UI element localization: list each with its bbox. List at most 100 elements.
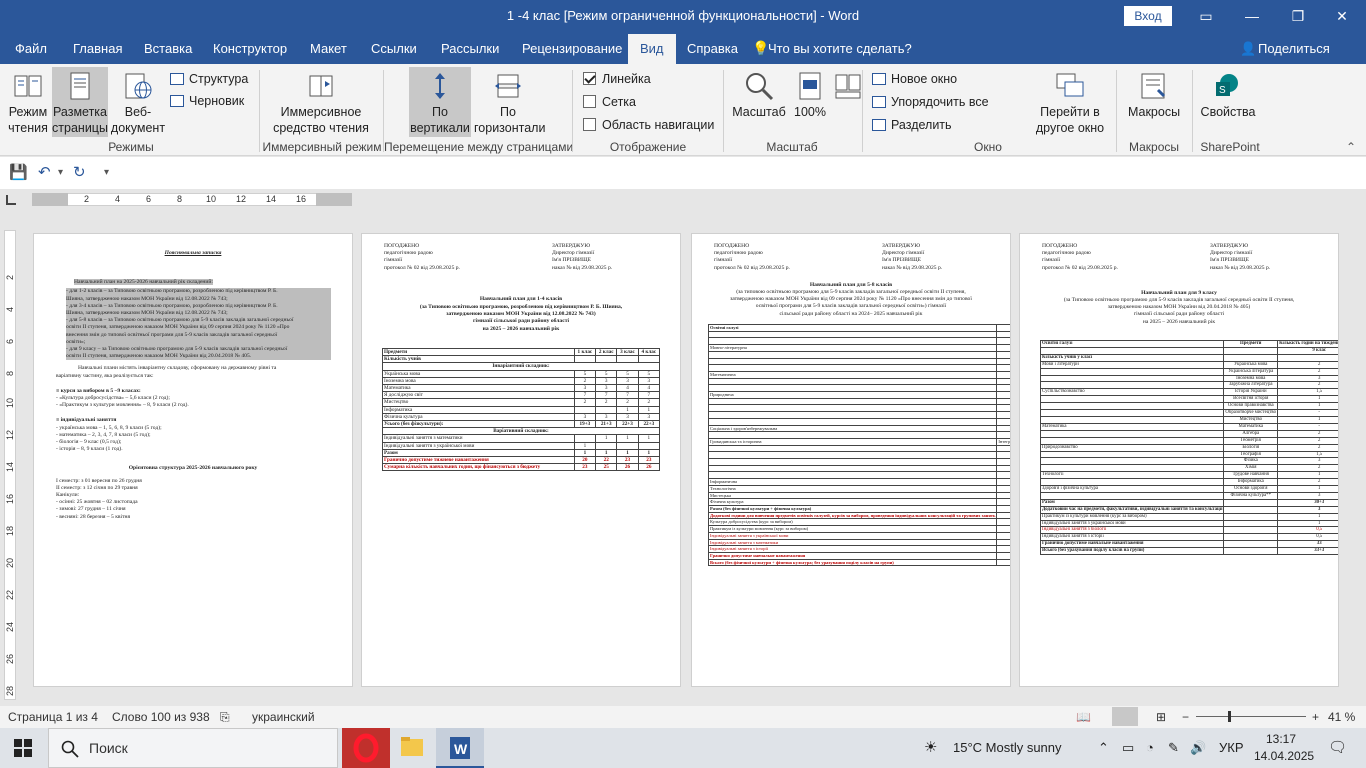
windows-start-icon[interactable]: [14, 739, 32, 757]
table-cell: 2: [1277, 436, 1338, 445]
switch-windows-icon: [1056, 73, 1084, 97]
tray-chevron-icon[interactable]: ⌃: [1098, 740, 1109, 756]
table-row: Іноземна мова 2 3 3 3: [382, 376, 661, 386]
new-window-label: Новое окно: [891, 72, 958, 86]
approval-line: педагогічною радою: [1042, 250, 1091, 257]
draft-button[interactable]: Черновик: [170, 94, 244, 108]
zoom-level[interactable]: 41 %: [1328, 710, 1355, 724]
table-cell: Природнича: [707, 391, 998, 399]
redo-icon[interactable]: ↻: [73, 163, 86, 181]
language-status[interactable]: украинский: [252, 710, 315, 724]
word-app-icon[interactable]: W: [436, 728, 484, 768]
share-button[interactable]: Поделиться: [1258, 41, 1330, 56]
save-icon[interactable]: 💾: [9, 163, 28, 181]
print-layout-button[interactable]: Разметка страницы: [52, 67, 108, 137]
maximize-icon[interactable]: ❐: [1278, 4, 1318, 28]
network-icon[interactable]: ◔: [1146, 740, 1154, 755]
close-icon[interactable]: ✕: [1322, 4, 1362, 28]
keyboard-language[interactable]: УКР: [1219, 740, 1244, 755]
arrange-all-button[interactable]: Упорядочить все: [872, 95, 989, 109]
ruler-checkbox[interactable]: Линейка: [583, 72, 651, 86]
outline-button[interactable]: Структура: [170, 72, 248, 86]
table-cell: Разом: [1039, 498, 1225, 507]
notifications-icon[interactable]: 🗨: [1328, 738, 1347, 756]
zoom-out-icon[interactable]: −: [1182, 710, 1189, 724]
gridlines-checkbox[interactable]: Сетка: [583, 95, 636, 109]
web-layout-view-icon[interactable]: ⊞: [1156, 710, 1166, 724]
switch-windows-button[interactable]: Перейти в другое окно: [1028, 70, 1112, 136]
structure-list: I семестр: з 01 вересня по 26 грудня II с…: [56, 478, 352, 521]
file-explorer-icon[interactable]: [388, 728, 436, 768]
web-layout-button[interactable]: Веб-документ: [110, 70, 166, 136]
tell-me-search[interactable]: Что вы хотите сделать?: [768, 41, 912, 56]
undo-icon[interactable]: ↶: [38, 163, 51, 181]
opera-app-icon[interactable]: [342, 728, 390, 768]
clock-date[interactable]: 14.04.2025: [1254, 749, 1314, 763]
macros-button[interactable]: Макросы: [1122, 70, 1186, 120]
tab-review[interactable]: Рецензирование: [522, 41, 622, 56]
page-1[interactable]: Пояснювальна записка Навчальний план на …: [33, 233, 353, 687]
sign-in-button[interactable]: Вход: [1124, 6, 1172, 26]
nav-pane-checkbox[interactable]: Область навигации: [583, 118, 714, 132]
table-cell: [996, 511, 1010, 520]
collapse-ribbon-icon[interactable]: ⌃: [1346, 140, 1356, 154]
tab-insert[interactable]: Вставка: [144, 41, 192, 56]
page-2[interactable]: ПОГОДЖЕНО педагогічною радою гімназії прото…: [361, 233, 681, 687]
table-cell: [1223, 353, 1279, 362]
properties-button[interactable]: S Свойства: [1198, 70, 1258, 120]
zoom-button[interactable]: Масштаб: [730, 70, 788, 120]
pen-icon[interactable]: ✎: [1168, 740, 1179, 756]
customize-toolbar-icon[interactable]: ▾: [104, 167, 109, 178]
weather-text[interactable]: 15°C Mostly sunny: [953, 740, 1062, 755]
minimize-icon[interactable]: —: [1232, 4, 1272, 28]
new-window-button[interactable]: Новое окно: [872, 72, 957, 86]
ruler-tick: 4: [115, 194, 121, 204]
clock-time[interactable]: 13:17: [1266, 732, 1296, 746]
proofing-icon[interactable]: ⎘: [220, 710, 230, 725]
undo-dropdown-icon[interactable]: ▾: [58, 167, 63, 178]
table-row: Кількість учнів: [707, 337, 1010, 346]
split-button[interactable]: Разделить: [872, 118, 952, 132]
checkbox-unchecked[interactable]: [583, 118, 596, 131]
zoom-100-button[interactable]: 100%: [792, 70, 828, 120]
horizontal-ruler[interactable]: 2 4 6 8 10 12 14 16: [0, 189, 1366, 211]
tab-help[interactable]: Справка: [687, 41, 738, 56]
taskbar-search[interactable]: Поиск: [48, 728, 338, 768]
word-count[interactable]: Слово 100 из 938: [112, 710, 210, 724]
read-mode-view-icon[interactable]: 📖: [1076, 710, 1091, 724]
table-cell: Інформатика: [382, 405, 575, 414]
tab-file[interactable]: Файл: [15, 41, 47, 56]
page-count[interactable]: Страница 1 из 4: [8, 710, 98, 724]
read-mode-button[interactable]: Режим чтения: [6, 70, 50, 136]
tab-mailings[interactable]: Рассылки: [441, 41, 499, 56]
approval-line: наказ № від 29.08.2025 р.: [552, 264, 613, 271]
tab-home[interactable]: Главная: [73, 41, 122, 56]
zoom-slider[interactable]: [1196, 716, 1306, 717]
vruler-tick: 6: [5, 338, 15, 344]
print-layout-view-icon[interactable]: [1112, 707, 1138, 726]
page-3[interactable]: ПОГОДЖЕНО педагогічною радою гімназії прото…: [691, 233, 1011, 687]
side-to-side-button[interactable]: По горизонтали: [474, 70, 545, 136]
ribbon-display-icon[interactable]: ▭: [1186, 4, 1226, 28]
vertical-button[interactable]: По вертикали: [409, 67, 471, 137]
zoom-slider-thumb[interactable]: [1228, 711, 1231, 722]
zoom-in-icon[interactable]: +: [1312, 710, 1319, 724]
multiple-pages-button[interactable]: [830, 70, 866, 104]
tab-layout[interactable]: Макет: [310, 41, 347, 56]
checkbox-checked[interactable]: [583, 72, 596, 85]
tab-design[interactable]: Конструктор: [213, 41, 287, 56]
tab-stop-selector-icon[interactable]: [6, 195, 16, 205]
table-row: Разом (без фізичної культури + фізична к…: [707, 505, 1010, 513]
tab-references[interactable]: Ссылки: [371, 41, 417, 56]
battery-icon[interactable]: ▭: [1122, 740, 1134, 756]
table-cell: [1223, 512, 1279, 521]
volume-icon[interactable]: 🔊: [1190, 740, 1206, 756]
page-4[interactable]: ПОГОДЖЕНО педагогічною радою гімназії прото…: [1019, 233, 1339, 687]
arrange-all-label: Упорядочить все: [891, 95, 989, 109]
table-cell: 7: [595, 391, 618, 400]
vertical-ruler[interactable]: 2 4 6 8 10 12 14 16 18 20 22 24 26 28: [0, 230, 18, 700]
checkbox-unchecked[interactable]: [583, 95, 596, 108]
weather-icon[interactable]: ☀: [924, 738, 937, 756]
tab-view[interactable]: Вид: [628, 34, 676, 64]
immersive-reader-button[interactable]: Иммерсивное средство чтения: [268, 70, 374, 136]
